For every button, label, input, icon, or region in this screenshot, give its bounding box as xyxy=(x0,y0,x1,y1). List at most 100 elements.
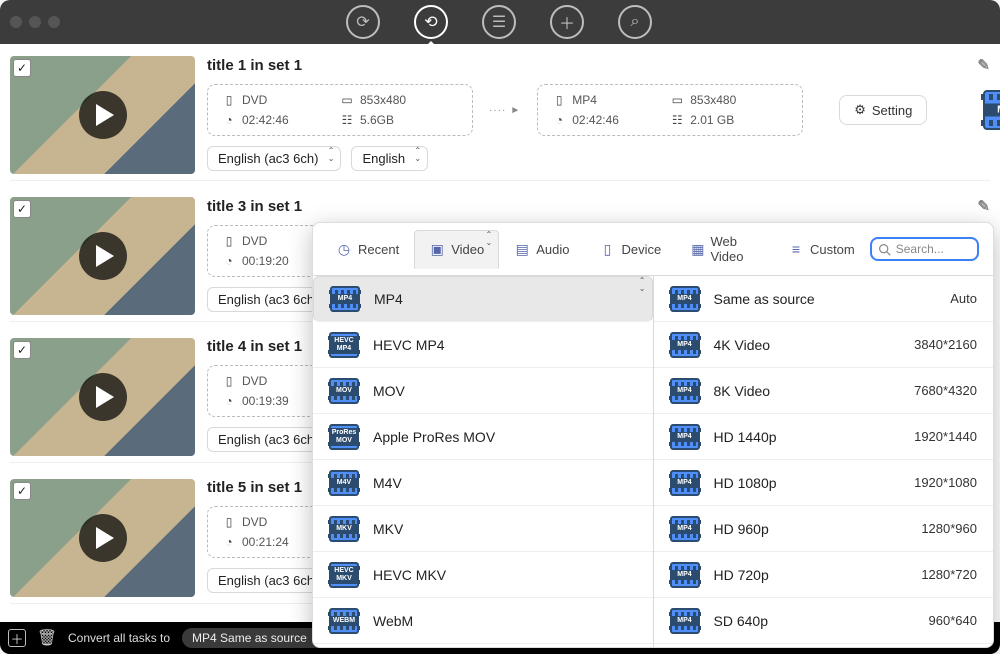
convert-all-label: Convert all tasks to xyxy=(68,631,170,645)
preset-resolution: 7680*4320 xyxy=(914,383,977,398)
film-icon: ▯ xyxy=(222,515,236,529)
format-icon: MP4 xyxy=(670,608,700,634)
format-badge[interactable]: MP4 xyxy=(983,90,1000,130)
delete-task-button[interactable]: 🗑 xyxy=(38,629,56,647)
format-row[interactable]: ProRes MOVApple ProRes MOV xyxy=(313,414,653,460)
audio-track-select[interactable]: English (ac3 6ch) xyxy=(207,146,341,171)
preset-row[interactable]: MP4HD 720p1280*720 xyxy=(654,552,994,598)
preset-row[interactable]: MP4SD 640p960*640 xyxy=(654,598,994,644)
thumbnail[interactable]: ✓ xyxy=(10,56,195,174)
thumbnail[interactable]: ✓ xyxy=(10,338,195,456)
resolution-icon: ▭ xyxy=(340,93,354,107)
format-icon: MP4 xyxy=(670,470,700,496)
format-label: MOV xyxy=(373,383,405,399)
format-row[interactable]: MKVMKV xyxy=(313,506,653,552)
toolbar-add-icon[interactable]: ＋ xyxy=(550,5,584,39)
thumbnail[interactable]: ✓ xyxy=(10,197,195,315)
preset-list[interactable]: MP4Same as sourceAuto MP4 4K Video 3840*216… xyxy=(653,276,994,647)
task-item: ✓ title 1 in set 1 ✎ ▯DVD ▭853x480 ◔02:4… xyxy=(10,56,990,181)
preset-row[interactable]: MP4HD 960p1280*960 xyxy=(654,506,994,552)
format-row[interactable]: WEBMWebM xyxy=(313,598,653,644)
tab-recent[interactable]: ◷Recent xyxy=(321,230,414,269)
format-label: HEVC MP4 xyxy=(373,337,445,353)
preset-row[interactable]: MP4HD 1440p1920*1440 xyxy=(654,414,994,460)
toolbar-convert-icon[interactable]: ⟲ xyxy=(414,5,448,39)
format-row[interactable]: MOV MOV xyxy=(313,368,653,414)
subtitle-select[interactable]: English xyxy=(351,146,428,171)
play-icon[interactable] xyxy=(79,91,127,139)
film-icon: ▯ xyxy=(222,93,236,107)
task-title: title 5 in set 1 xyxy=(207,479,302,496)
play-icon[interactable] xyxy=(79,232,127,280)
edit-icon[interactable]: ✎ xyxy=(977,56,990,74)
search-icon xyxy=(878,243,891,256)
task-title: title 4 in set 1 xyxy=(207,338,302,355)
toolbar-search-icon[interactable]: ⌕ xyxy=(618,5,652,39)
preset-resolution: 960*640 xyxy=(929,613,977,628)
tab-device[interactable]: ▯Device xyxy=(584,230,676,269)
task-title: title 3 in set 1 xyxy=(207,198,302,215)
preset-row[interactable]: MP44K Video3840*2160 xyxy=(654,322,994,368)
format-label: M4V xyxy=(373,475,402,491)
arrow-icon: ···· xyxy=(489,105,521,116)
global-preset-select[interactable]: MP4 Same as source xyxy=(182,628,329,648)
format-list[interactable]: MP4MP4 HEVC MP4 HEVC MP4 MOV MOV ProRes MOVAp… xyxy=(313,276,653,647)
preset-resolution: 3840*2160 xyxy=(914,337,977,352)
toolbar-sync-icon[interactable]: ⟳ xyxy=(346,5,380,39)
device-icon: ▯ xyxy=(599,241,615,258)
gear-icon: ⚙ xyxy=(854,102,866,118)
clock-icon: ◔ xyxy=(222,113,236,127)
format-icon: MP4 xyxy=(670,378,700,404)
format-row[interactable]: HEVC MP4 HEVC MP4 xyxy=(313,322,653,368)
tab-custom[interactable]: ≡Custom xyxy=(773,230,870,268)
format-label: HEVC MKV xyxy=(373,567,446,583)
format-row[interactable]: HEVC MKV HEVC MKV xyxy=(313,552,653,598)
target-spec: ▯MP4 ▭853x480 ◔02:42:46 ☷2.01 GB xyxy=(537,84,803,136)
clock-icon: ◔ xyxy=(222,254,236,268)
preset-label: Same as source xyxy=(714,291,815,307)
window-minimize-icon[interactable] xyxy=(29,16,41,28)
window-close-icon[interactable] xyxy=(10,16,22,28)
clock-icon: ◔ xyxy=(222,394,236,408)
audio-icon: ▤ xyxy=(514,241,530,258)
window-zoom-icon[interactable] xyxy=(48,16,60,28)
format-label: WebM xyxy=(373,613,413,629)
preset-resolution: 1280*960 xyxy=(921,521,977,536)
play-icon[interactable] xyxy=(79,373,127,421)
format-icon: HEVC MP4 xyxy=(329,332,359,358)
preset-resolution: 1920*1440 xyxy=(914,429,977,444)
preset-row[interactable]: MP48K Video7680*4320 xyxy=(654,368,994,414)
format-label: MP4 xyxy=(374,291,403,307)
preset-label: 4K Video xyxy=(714,337,771,353)
format-row[interactable]: MP4MP4 xyxy=(313,276,653,322)
preset-row[interactable]: MP4HD 1080p1920*1080 xyxy=(654,460,994,506)
search-placeholder: Search... xyxy=(896,242,944,256)
task-checkbox[interactable]: ✓ xyxy=(13,482,31,500)
tab-video[interactable]: ▣Video xyxy=(414,230,499,269)
setting-button[interactable]: ⚙ Setting xyxy=(839,95,927,125)
format-row[interactable]: AVIAVI xyxy=(313,644,653,647)
preset-row[interactable]: MP4SD 576p xyxy=(654,644,994,647)
disk-icon: ☷ xyxy=(670,113,684,127)
thumbnail[interactable]: ✓ xyxy=(10,479,195,597)
tab-web-video[interactable]: ▦Web Video xyxy=(676,223,773,275)
list-icon: ≡ xyxy=(788,241,804,257)
task-checkbox[interactable]: ✓ xyxy=(13,200,31,218)
resolution-icon: ▭ xyxy=(670,93,684,107)
preset-row[interactable]: MP4Same as sourceAuto xyxy=(654,276,994,322)
format-icon: MOV xyxy=(329,378,359,404)
source-spec: ▯DVD ◔00:21:24 xyxy=(207,506,325,558)
disk-icon: ☷ xyxy=(340,113,354,127)
play-icon[interactable] xyxy=(79,514,127,562)
format-icon: MP4 xyxy=(670,516,700,542)
task-checkbox[interactable]: ✓ xyxy=(13,341,31,359)
tab-audio[interactable]: ▤Audio xyxy=(499,230,584,269)
edit-icon[interactable]: ✎ xyxy=(977,197,990,215)
toolbar-download-icon[interactable]: ☰ xyxy=(482,5,516,39)
format-icon: HEVC MKV xyxy=(329,562,359,588)
clock-icon: ◔ xyxy=(222,535,236,549)
add-task-button[interactable]: ＋ xyxy=(8,629,26,647)
format-row[interactable]: M4VM4V xyxy=(313,460,653,506)
task-checkbox[interactable]: ✓ xyxy=(13,59,31,77)
format-search-input[interactable]: Search... xyxy=(870,237,979,261)
